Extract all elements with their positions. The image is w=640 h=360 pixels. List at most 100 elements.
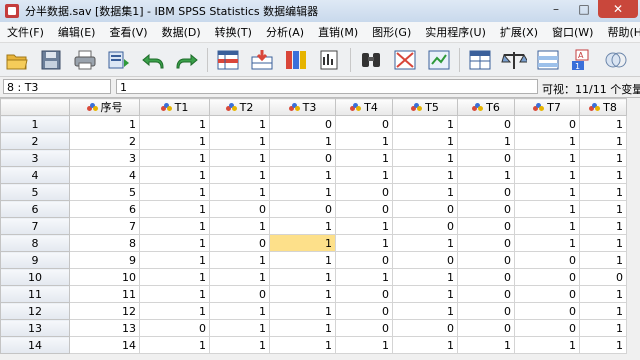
data-cell[interactable]: 1 xyxy=(335,336,393,354)
column-header-T5[interactable]: T5 xyxy=(392,98,458,116)
data-cell[interactable]: 1 xyxy=(209,183,270,201)
data-cell[interactable]: 0 xyxy=(457,234,515,252)
cell-value-field[interactable]: 1 xyxy=(116,79,538,94)
row-header[interactable]: 1 xyxy=(0,115,70,133)
menu-utilities[interactable]: 实用程序(U) xyxy=(418,24,493,40)
data-cell[interactable]: 3 xyxy=(69,149,140,167)
column-header-T6[interactable]: T6 xyxy=(457,98,515,116)
selected-data-cell[interactable]: 1 xyxy=(269,234,336,252)
data-cell[interactable]: 1 xyxy=(209,132,270,150)
data-cell[interactable]: 0 xyxy=(269,149,336,167)
data-cell[interactable]: 6 xyxy=(69,200,140,218)
data-cell[interactable]: 1 xyxy=(514,336,580,354)
data-cell[interactable]: 1 xyxy=(579,115,627,133)
data-cell[interactable]: 0 xyxy=(457,200,515,218)
value-labels-icon[interactable]: A1 xyxy=(567,46,597,74)
data-cell[interactable]: 5 xyxy=(69,183,140,201)
data-cell[interactable]: 2 xyxy=(69,132,140,150)
row-header[interactable]: 4 xyxy=(0,166,70,184)
data-cell[interactable]: 12 xyxy=(69,302,140,320)
data-cell[interactable]: 1 xyxy=(392,234,458,252)
data-cell[interactable]: 1 xyxy=(269,268,336,286)
data-cell[interactable]: 1 xyxy=(579,132,627,150)
data-cell[interactable]: 7 xyxy=(69,217,140,235)
data-cell[interactable]: 1 xyxy=(139,336,210,354)
data-cell[interactable]: 1 xyxy=(269,132,336,150)
data-cell[interactable]: 13 xyxy=(69,319,140,337)
data-cell[interactable]: 0 xyxy=(209,234,270,252)
column-header-T1[interactable]: T1 xyxy=(139,98,210,116)
data-cell[interactable]: 0 xyxy=(514,319,580,337)
row-header[interactable]: 14 xyxy=(0,336,70,354)
data-cell[interactable]: 1 xyxy=(209,149,270,167)
data-cell[interactable]: 1 xyxy=(209,302,270,320)
data-cell[interactable]: 1 xyxy=(514,132,580,150)
data-cell[interactable]: 1 xyxy=(392,268,458,286)
column-header-T7[interactable]: T7 xyxy=(514,98,580,116)
data-cell[interactable]: 11 xyxy=(69,285,140,303)
data-cell[interactable]: 1 xyxy=(457,336,515,354)
row-header[interactable]: 2 xyxy=(0,132,70,150)
data-cell[interactable]: 1 xyxy=(139,268,210,286)
menu-analyze[interactable]: 分析(A) xyxy=(259,24,311,40)
data-cell[interactable]: 1 xyxy=(139,149,210,167)
data-cell[interactable]: 0 xyxy=(514,251,580,269)
data-cell[interactable]: 1 xyxy=(392,149,458,167)
weight-cases-icon[interactable] xyxy=(499,46,529,74)
data-cell[interactable]: 1 xyxy=(514,217,580,235)
data-cell[interactable]: 1 xyxy=(269,285,336,303)
data-cell[interactable]: 1 xyxy=(209,251,270,269)
data-cell[interactable]: 1 xyxy=(335,132,393,150)
menu-window[interactable]: 窗口(W) xyxy=(545,24,600,40)
data-cell[interactable]: 1 xyxy=(514,200,580,218)
menu-view[interactable]: 查看(V) xyxy=(102,24,154,40)
data-cell[interactable]: 1 xyxy=(269,336,336,354)
data-cell[interactable]: 1 xyxy=(335,268,393,286)
split-file-icon[interactable] xyxy=(465,46,495,74)
data-cell[interactable]: 1 xyxy=(139,217,210,235)
data-cell[interactable]: 0 xyxy=(392,319,458,337)
data-cell[interactable]: 1 xyxy=(269,302,336,320)
data-cell[interactable]: 1 xyxy=(392,166,458,184)
data-cell[interactable]: 0 xyxy=(335,302,393,320)
data-cell[interactable]: 0 xyxy=(139,319,210,337)
data-cell[interactable]: 1 xyxy=(269,319,336,337)
row-header[interactable]: 3 xyxy=(0,149,70,167)
data-cell[interactable]: 0 xyxy=(457,268,515,286)
data-cell[interactable]: 1 xyxy=(514,183,580,201)
data-cell[interactable]: 1 xyxy=(579,234,627,252)
data-cell[interactable]: 1 xyxy=(139,302,210,320)
find-icon[interactable] xyxy=(356,46,386,74)
data-cell[interactable]: 1 xyxy=(579,285,627,303)
print-icon[interactable] xyxy=(70,46,100,74)
row-header[interactable]: 6 xyxy=(0,200,70,218)
maximize-button[interactable]: □ xyxy=(570,0,598,18)
open-icon[interactable] xyxy=(2,46,32,74)
data-cell[interactable]: 0 xyxy=(457,302,515,320)
data-cell[interactable]: 1 xyxy=(392,183,458,201)
data-cell[interactable]: 1 xyxy=(139,251,210,269)
data-cell[interactable]: 0 xyxy=(457,319,515,337)
data-cell[interactable]: 0 xyxy=(335,285,393,303)
data-cell[interactable]: 1 xyxy=(69,115,140,133)
menu-edit[interactable]: 编辑(E) xyxy=(51,24,103,40)
row-header[interactable]: 7 xyxy=(0,217,70,235)
data-cell[interactable]: 0 xyxy=(209,285,270,303)
data-cell[interactable]: 0 xyxy=(514,285,580,303)
data-cell[interactable]: 0 xyxy=(392,251,458,269)
data-cell[interactable]: 1 xyxy=(579,166,627,184)
row-header[interactable]: 10 xyxy=(0,268,70,286)
data-cell[interactable]: 0 xyxy=(514,268,580,286)
data-cell[interactable]: 1 xyxy=(139,285,210,303)
data-cell[interactable]: 1 xyxy=(139,132,210,150)
recall-dialog-icon[interactable] xyxy=(104,46,134,74)
menu-data[interactable]: 数据(D) xyxy=(155,24,208,40)
column-header-T8[interactable]: T8 xyxy=(579,98,627,116)
data-cell[interactable]: 0 xyxy=(209,200,270,218)
menu-help[interactable]: 帮助(H) xyxy=(600,24,640,40)
insert-variable-icon[interactable] xyxy=(424,46,454,74)
data-cell[interactable]: 1 xyxy=(209,166,270,184)
close-button[interactable]: ✕ xyxy=(598,0,638,18)
row-header[interactable]: 9 xyxy=(0,251,70,269)
data-cell[interactable]: 1 xyxy=(269,251,336,269)
